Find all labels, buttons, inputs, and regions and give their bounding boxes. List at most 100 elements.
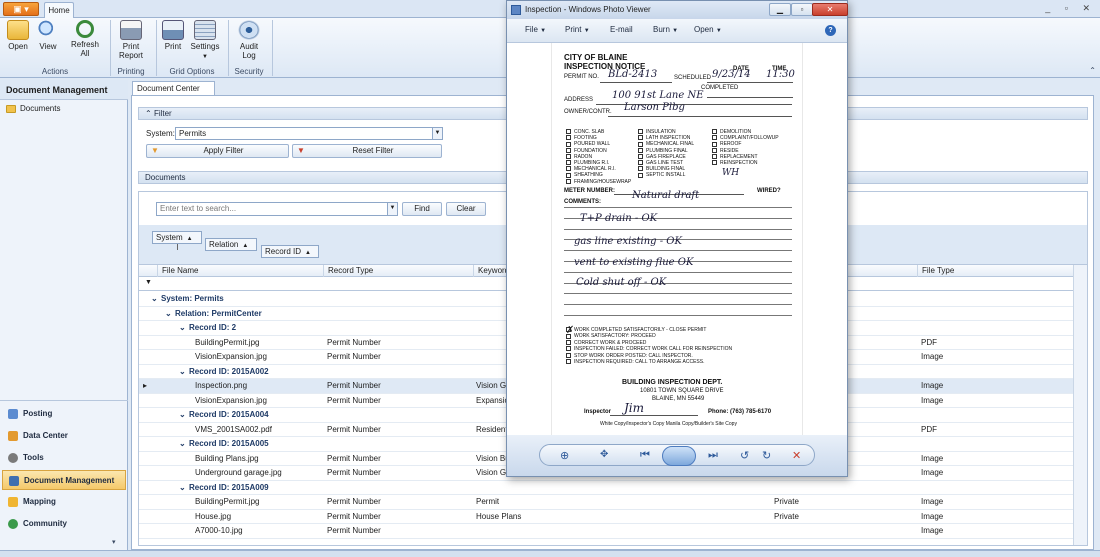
reset-filter-button[interactable]: ▼ Reset Filter bbox=[292, 144, 442, 158]
group-text: System: Permits bbox=[161, 294, 224, 303]
tab-document-center[interactable]: Document Center ✕ bbox=[132, 81, 215, 107]
rule bbox=[564, 250, 792, 252]
maximize-button[interactable]: ▫ bbox=[791, 3, 813, 16]
cell-file: House.jpg bbox=[195, 511, 232, 521]
refresh-all-button[interactable]: Refresh All bbox=[66, 20, 104, 58]
expand-icon: ⌄ bbox=[179, 482, 186, 492]
checkbox-icon bbox=[566, 339, 571, 345]
window-controls[interactable]: _ ▫ ✕ bbox=[1045, 3, 1096, 14]
row-pointer-icon: ▸ bbox=[143, 381, 148, 390]
copy-footer: White Copy/Inspector's Copy Manila Copy/… bbox=[600, 421, 737, 427]
settings-button[interactable]: Settings ▼ bbox=[188, 20, 222, 62]
group-chip-relation[interactable]: Relation ▲ bbox=[205, 238, 257, 251]
column-file-name[interactable]: File Name bbox=[157, 265, 323, 277]
magnifier-icon bbox=[37, 20, 59, 40]
result-item: STOP WORK ORDER POSTED: CALL INSPECTOR. bbox=[566, 353, 693, 359]
table-row[interactable]: A7000-10.jpg Permit Number Image bbox=[139, 524, 1074, 539]
chevron-down-icon[interactable]: ▼ bbox=[387, 203, 397, 215]
rotate-left-icon[interactable]: ↺ bbox=[740, 449, 749, 462]
delete-icon[interactable]: ✕ bbox=[792, 449, 801, 462]
checklist-item: GAS FIREPLACE bbox=[638, 154, 686, 160]
menu-file[interactable]: File ▼ bbox=[525, 25, 546, 34]
group-chip-record-id[interactable]: Record ID ▲ bbox=[261, 245, 319, 258]
fit-window-icon[interactable]: ✥ bbox=[600, 449, 608, 460]
zoom-icon[interactable]: ⊕ bbox=[560, 449, 569, 462]
photo-viewer-menubar: File ▼ Print ▼ E-mail Burn ▼ Open ▼ ? bbox=[507, 19, 847, 43]
checklist-label: SHEATHING bbox=[574, 172, 603, 179]
system-select[interactable]: Permits ▼ bbox=[175, 127, 443, 140]
nav-item-document-management[interactable]: Document Management bbox=[2, 470, 126, 490]
checkbox-icon bbox=[638, 129, 643, 135]
column-file-type[interactable]: File Type bbox=[917, 265, 1075, 277]
tools-icon bbox=[8, 452, 18, 463]
view-button[interactable]: View bbox=[34, 20, 62, 51]
nav-item-data-center[interactable]: Data Center bbox=[2, 426, 126, 446]
print-report-button[interactable]: Print Report bbox=[114, 20, 148, 60]
audit-log-button[interactable]: Audit Log bbox=[234, 20, 264, 60]
audit-log-icon bbox=[238, 20, 260, 40]
rule bbox=[564, 315, 792, 316]
rule bbox=[564, 271, 792, 273]
menu-open[interactable]: Open ▼ bbox=[694, 25, 722, 34]
open-button[interactable]: Open bbox=[4, 20, 32, 51]
ribbon-separator bbox=[272, 20, 273, 76]
rotate-right-icon[interactable]: ↻ bbox=[762, 449, 771, 462]
cell-filetype: PDF bbox=[921, 424, 937, 434]
search-input[interactable]: Enter text to search... ▼ bbox=[156, 202, 398, 216]
clear-button[interactable]: Clear bbox=[446, 202, 486, 216]
time-value: 11:30 bbox=[766, 69, 795, 80]
slideshow-button[interactable] bbox=[662, 446, 696, 466]
folder-label: Documents bbox=[20, 104, 61, 113]
find-button[interactable]: Find bbox=[402, 202, 442, 216]
cell-file: BuildingPermit.jpg bbox=[195, 497, 260, 506]
cell-access: Private bbox=[774, 497, 799, 506]
tab-home[interactable]: Home bbox=[44, 2, 74, 19]
nav-item-community[interactable]: Community bbox=[2, 514, 126, 534]
address-label: ADDRESS bbox=[564, 97, 594, 103]
menu-email[interactable]: E-mail bbox=[610, 25, 633, 34]
help-icon[interactable]: ? bbox=[825, 25, 836, 36]
menu-label: Burn bbox=[653, 25, 670, 34]
cell-file: Underground garage.jpg bbox=[195, 468, 282, 477]
ribbon-group-printing: Printing bbox=[117, 67, 145, 76]
group-row[interactable]: ⌄ Record ID: 2015A009 bbox=[139, 481, 1074, 495]
cell-type: Permit Number bbox=[327, 468, 381, 477]
next-icon[interactable]: ⏭ bbox=[708, 449, 718, 462]
apply-filter-button[interactable]: ▼ Apply Filter bbox=[146, 144, 289, 158]
sort-up-icon: ▲ bbox=[242, 243, 249, 249]
nav-item-tools[interactable]: Tools bbox=[2, 448, 126, 468]
group-text: Record ID: 2015A005 bbox=[189, 439, 269, 448]
print-grid-button[interactable]: Print bbox=[160, 20, 186, 51]
minimize-button[interactable]: ▁ bbox=[769, 3, 791, 16]
chip-label: Record ID bbox=[265, 247, 302, 256]
previous-icon[interactable]: ⏮ bbox=[640, 449, 650, 462]
group-chip-system[interactable]: System ▲ bbox=[152, 231, 202, 244]
menu-burn[interactable]: Burn ▼ bbox=[653, 25, 678, 34]
menu-label: File bbox=[525, 25, 538, 34]
menu-print[interactable]: Print ▼ bbox=[565, 25, 590, 34]
nav-item-mapping[interactable]: Mapping bbox=[2, 492, 126, 512]
chevron-down-icon[interactable]: ▼ bbox=[432, 128, 442, 139]
panel-title: Document Management bbox=[0, 80, 128, 100]
cell-keyword: Permit bbox=[476, 497, 500, 506]
nav-item-posting[interactable]: Posting bbox=[2, 404, 126, 424]
application-menu-button[interactable]: ▣ ▾ bbox=[3, 2, 39, 16]
cell-type: Permit Number bbox=[327, 337, 381, 347]
ribbon-collapse-icon[interactable]: ⌃ bbox=[1089, 66, 1096, 75]
chevron-down-icon: ▼ bbox=[583, 28, 590, 34]
documents-folder-node[interactable]: Documents bbox=[6, 104, 60, 113]
image-view: CITY OF BLAINE INSPECTION NOTICE DATE TI… bbox=[507, 43, 847, 435]
folder-icon bbox=[6, 104, 16, 113]
nav-more-icon[interactable]: ▾ bbox=[112, 538, 116, 546]
ribbon-separator bbox=[156, 20, 157, 76]
table-row[interactable]: BuildingPermit.jpg Permit Number Permit Pri… bbox=[139, 495, 1074, 510]
checklist-label: REINSPECTION bbox=[720, 160, 758, 166]
table-row[interactable]: House.jpg Permit Number House Plans Private… bbox=[139, 510, 1074, 524]
vertical-scrollbar[interactable] bbox=[1073, 265, 1087, 545]
close-button[interactable]: ✕ bbox=[812, 3, 848, 16]
column-record-type[interactable]: Record Type bbox=[323, 265, 473, 277]
checklist-label: INSULATION bbox=[646, 129, 676, 135]
rule bbox=[707, 97, 793, 98]
checklist-item: RADON bbox=[566, 154, 592, 160]
checkbox-icon bbox=[566, 166, 571, 172]
